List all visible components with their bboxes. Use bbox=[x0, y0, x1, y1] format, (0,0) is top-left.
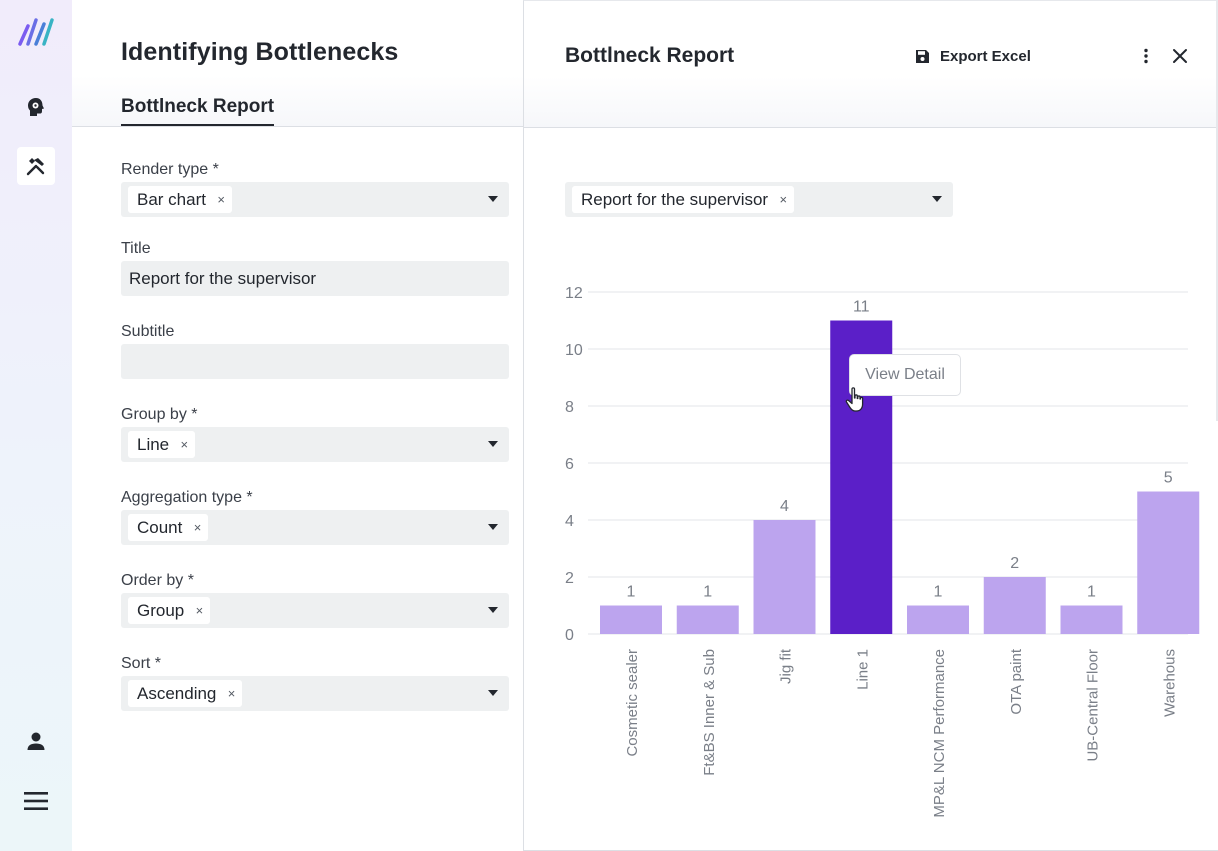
subtitle-label: Subtitle bbox=[121, 323, 175, 340]
render-type-label: Render type * bbox=[121, 161, 219, 178]
remove-chip-icon[interactable]: × bbox=[217, 186, 225, 213]
nav-rail bbox=[0, 0, 72, 851]
x-tick-label: Ft&BS Inner & Sub bbox=[701, 649, 718, 776]
group-by-label: Group by * bbox=[121, 406, 198, 423]
chevron-down-icon[interactable] bbox=[488, 441, 498, 447]
data-label: 1 bbox=[627, 584, 636, 601]
sort-value: Ascending bbox=[137, 684, 217, 703]
render-type-value: Bar chart bbox=[137, 190, 206, 209]
bar-chart: 0246810121Cosmetic sealer1Ft&BS Inner & … bbox=[565, 285, 1200, 818]
remove-chip-icon[interactable]: × bbox=[228, 680, 236, 707]
x-tick-label: Jig fit bbox=[778, 648, 795, 684]
more-options-icon[interactable] bbox=[1137, 45, 1155, 67]
y-tick-label: 6 bbox=[565, 456, 574, 473]
data-label: 11 bbox=[853, 299, 870, 316]
report-form-panel: Identifying Bottlenecks Bottlneck Report… bbox=[72, 0, 523, 851]
tab-bottleneck-report[interactable]: Bottlneck Report bbox=[121, 96, 275, 126]
report-header: Bottlneck Report Export Excel bbox=[524, 1, 1218, 128]
remove-chip-icon[interactable]: × bbox=[181, 431, 189, 458]
remove-chip-icon[interactable]: × bbox=[780, 186, 788, 213]
export-excel-button[interactable]: Export Excel bbox=[915, 45, 1031, 67]
render-type-select[interactable]: Bar chart × bbox=[121, 182, 509, 217]
bar[interactable] bbox=[676, 605, 739, 635]
chevron-down-icon[interactable] bbox=[932, 196, 942, 202]
x-tick-label: Warehous bbox=[1161, 649, 1178, 717]
order-by-value: Group bbox=[137, 601, 185, 620]
order-by-label: Order by * bbox=[121, 572, 194, 589]
bar[interactable] bbox=[907, 605, 969, 635]
bar[interactable] bbox=[600, 605, 662, 635]
data-label: 4 bbox=[780, 498, 789, 515]
chevron-down-icon[interactable] bbox=[488, 690, 498, 696]
y-tick-label: 0 bbox=[565, 627, 574, 644]
data-label: 1 bbox=[934, 584, 943, 601]
form-header: Identifying Bottlenecks Bottlneck Report bbox=[72, 0, 523, 127]
title-label: Title bbox=[121, 240, 151, 257]
remove-chip-icon[interactable]: × bbox=[194, 514, 202, 541]
data-label: 5 bbox=[1164, 470, 1173, 487]
brand-logo-icon[interactable] bbox=[16, 14, 56, 50]
sort-select[interactable]: Ascending × bbox=[121, 676, 509, 711]
y-tick-label: 2 bbox=[565, 570, 574, 587]
x-tick-label: OTA paint bbox=[1008, 648, 1025, 714]
x-tick-label: Cosmetic sealer bbox=[624, 649, 641, 757]
order-by-chip: Group × bbox=[128, 597, 211, 624]
data-label: 1 bbox=[703, 584, 712, 601]
bar[interactable] bbox=[1060, 605, 1123, 635]
aggregation-type-select[interactable]: Count × bbox=[121, 510, 509, 545]
y-tick-label: 10 bbox=[565, 342, 583, 359]
brain-gear-icon[interactable] bbox=[17, 88, 55, 126]
title-input[interactable]: Report for the supervisor bbox=[121, 261, 509, 296]
sort-chip: Ascending × bbox=[128, 680, 243, 707]
aggregation-type-value: Count bbox=[137, 518, 183, 537]
hand-cursor-icon bbox=[845, 387, 864, 412]
x-tick-label: Line 1 bbox=[854, 649, 871, 690]
tools-icon[interactable] bbox=[17, 147, 55, 185]
subtitle-input[interactable] bbox=[121, 344, 509, 379]
group-by-chip: Line × bbox=[128, 431, 196, 458]
chevron-down-icon[interactable] bbox=[488, 607, 498, 613]
report-select-value: Report for the supervisor bbox=[581, 190, 769, 209]
group-by-value: Line bbox=[137, 435, 170, 454]
x-tick-label: MP&L NCM Performance bbox=[931, 649, 948, 818]
report-preview-panel: Bottlneck Report Export Excel Report for… bbox=[523, 0, 1218, 851]
data-label: 2 bbox=[1010, 555, 1019, 572]
report-select[interactable]: Report for the supervisor × bbox=[565, 182, 953, 217]
y-tick-label: 12 bbox=[565, 285, 583, 302]
page-title: Identifying Bottlenecks bbox=[121, 38, 399, 66]
chevron-down-icon[interactable] bbox=[488, 196, 498, 202]
x-tick-label: UB-Central Floor bbox=[1085, 649, 1102, 762]
person-icon[interactable] bbox=[17, 722, 55, 760]
sort-label: Sort * bbox=[121, 655, 162, 672]
report-select-chip: Report for the supervisor × bbox=[572, 186, 795, 213]
bar[interactable] bbox=[1137, 491, 1200, 635]
order-by-select[interactable]: Group × bbox=[121, 593, 509, 628]
close-icon[interactable] bbox=[1169, 45, 1191, 67]
group-by-select[interactable]: Line × bbox=[121, 427, 509, 462]
data-label: 1 bbox=[1087, 584, 1096, 601]
render-type-chip: Bar chart × bbox=[128, 186, 232, 213]
remove-chip-icon[interactable]: × bbox=[196, 597, 204, 624]
save-icon bbox=[916, 49, 929, 63]
aggregation-type-chip: Count × bbox=[128, 514, 209, 541]
report-title: Bottlneck Report bbox=[565, 44, 735, 67]
bar[interactable] bbox=[983, 577, 1046, 634]
y-tick-label: 8 bbox=[565, 399, 574, 416]
hamburger-icon[interactable] bbox=[17, 782, 55, 820]
chevron-down-icon[interactable] bbox=[488, 524, 498, 530]
y-tick-label: 4 bbox=[565, 513, 574, 530]
export-excel-label: Export Excel bbox=[940, 47, 1031, 65]
aggregation-type-label: Aggregation type * bbox=[121, 489, 253, 506]
title-input-value: Report for the supervisor bbox=[129, 269, 317, 288]
bar[interactable] bbox=[753, 520, 816, 634]
